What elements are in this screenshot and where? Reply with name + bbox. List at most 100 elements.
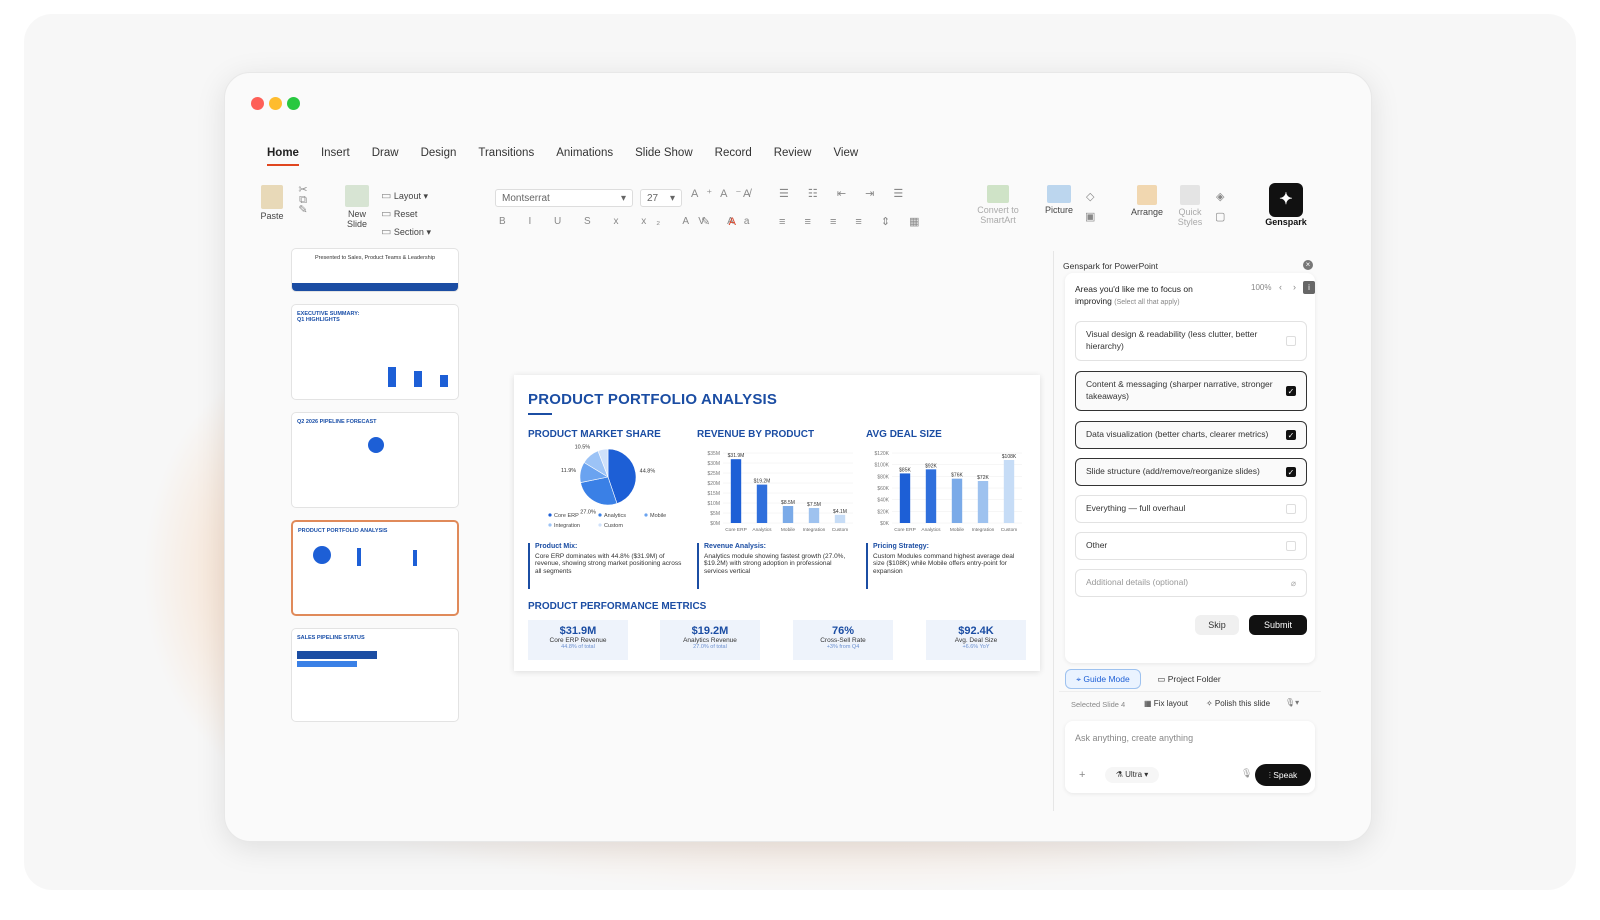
model-icon: ⚗: [1115, 770, 1123, 779]
mic-icon[interactable]: 🎙: [1241, 768, 1252, 779]
list-buttons[interactable]: ☰ ☷ ⇤ ⇥ ☰: [779, 189, 911, 200]
format-painter-icon[interactable]: ✎: [298, 204, 307, 216]
checkbox[interactable]: ✓: [1286, 386, 1296, 396]
chat-placeholder: Ask anything, create anything: [1075, 733, 1194, 743]
new-slide-button[interactable]: New Slide: [337, 185, 377, 229]
option-label: Everything — full overhaul: [1086, 503, 1186, 513]
fix-layout-label: Fix layout: [1153, 699, 1189, 708]
info-icon[interactable]: i: [1303, 281, 1315, 294]
wand-icon: ✧: [1205, 699, 1213, 708]
thumbnail-title: EXECUTIVE SUMMARY: Q1 HIGHLIGHTS: [297, 311, 360, 323]
x-tick-label: Analytics: [752, 527, 772, 533]
font-size-value: 27: [647, 193, 659, 204]
minimize-window-button[interactable]: [269, 97, 282, 110]
metric-sub: 27.0% of total: [693, 644, 727, 650]
section-button[interactable]: ▭ Section ▾: [381, 223, 431, 241]
align-buttons[interactable]: ≡ ≡ ≡ ≡ ⇕ ▦: [779, 217, 928, 228]
shapes-textbox-group[interactable]: ◇ ▣: [1085, 187, 1095, 227]
skip-button[interactable]: Skip: [1195, 615, 1239, 635]
highlight-font-color[interactable]: ✎ A: [701, 217, 744, 228]
tab-slide-show[interactable]: Slide Show: [635, 147, 693, 166]
picture-button[interactable]: Picture: [1039, 185, 1079, 215]
speak-button[interactable]: ⫶ Speak: [1255, 764, 1311, 786]
quick-styles-button[interactable]: Quick Styles: [1173, 185, 1207, 227]
tab-draw[interactable]: Draw: [372, 147, 399, 166]
metrics-heading: PRODUCT PERFORMANCE METRICS: [528, 601, 707, 612]
option-label: Content & messaging (sharper narrative, …: [1086, 379, 1273, 401]
chevron-right-icon[interactable]: ›: [1293, 282, 1296, 292]
tab-review[interactable]: Review: [774, 147, 812, 166]
thumbnail-footer-bar: [292, 283, 458, 291]
font-family-select[interactable]: Montserrat ▾: [495, 189, 633, 207]
option-content-messaging[interactable]: Content & messaging (sharper narrative, …: [1075, 371, 1307, 411]
paste-button[interactable]: Paste: [255, 185, 289, 221]
market-share-heading: PRODUCT MARKET SHARE: [528, 429, 661, 440]
genspark-panel: Genspark for PowerPoint × Areas you'd li…: [1059, 253, 1321, 823]
checkbox[interactable]: [1286, 336, 1296, 346]
thumbnail-slide-5[interactable]: SALES PIPELINE STATUS: [291, 628, 459, 722]
font-size-select[interactable]: 27 ▾: [640, 189, 682, 207]
chat-input[interactable]: Ask anything, create anything: [1075, 733, 1193, 743]
convert-smartart-button[interactable]: Convert to SmartArt: [971, 185, 1025, 225]
bar: [756, 484, 768, 523]
mic-dropdown-icon[interactable]: 🎙▾: [1285, 698, 1299, 707]
tab-transitions[interactable]: Transitions: [478, 147, 534, 166]
option-visual-design[interactable]: Visual design & readability (less clutte…: [1075, 321, 1307, 361]
current-slide[interactable]: PRODUCT PORTFOLIO ANALYSIS PRODUCT MARKE…: [514, 375, 1040, 671]
thumbnail-bar: [357, 548, 361, 566]
checkbox[interactable]: ✓: [1286, 467, 1296, 477]
layout-button[interactable]: ▭ Layout ▾: [381, 187, 431, 205]
y-tick-label: $25M: [707, 471, 720, 477]
maximize-window-button[interactable]: [287, 97, 300, 110]
checkbox[interactable]: [1286, 541, 1296, 551]
tab-record[interactable]: Record: [715, 147, 752, 166]
fix-layout-button[interactable]: ▦ Fix layout: [1137, 696, 1195, 712]
close-icon[interactable]: ×: [1303, 260, 1313, 270]
close-window-button[interactable]: [251, 97, 264, 110]
tab-design[interactable]: Design: [421, 147, 457, 166]
tab-view[interactable]: View: [833, 147, 858, 166]
guide-mode-label: Guide Mode: [1083, 674, 1130, 684]
bar-data-label: $72K: [977, 475, 989, 481]
option-data-visualization[interactable]: Data visualization (better charts, clear…: [1075, 421, 1307, 449]
model-select[interactable]: ⚗ Ultra ▾: [1105, 767, 1159, 783]
picture-label: Picture: [1044, 205, 1073, 215]
font-grow-shrink[interactable]: A⁺A⁻: [691, 189, 749, 200]
thumbnail-pie: [368, 437, 384, 453]
bar: [808, 508, 820, 523]
reset-button[interactable]: ▭ Reset: [381, 205, 431, 223]
thumbnail-slide-1[interactable]: Presented to Sales, Product Teams & Lead…: [291, 248, 459, 292]
slide-layout-group: ▭ Layout ▾ ▭ Reset ▭ Section ▾: [381, 187, 431, 241]
y-tick-label: $5M: [710, 511, 720, 517]
smartart-icon: [987, 185, 1009, 203]
thumbnail-slide-2[interactable]: EXECUTIVE SUMMARY: Q1 HIGHLIGHTS: [291, 304, 459, 400]
polish-slide-button[interactable]: ✧ Polish this slide: [1197, 696, 1279, 712]
plus-icon[interactable]: +: [1079, 769, 1085, 781]
tab-insert[interactable]: Insert: [321, 147, 350, 166]
project-folder-button[interactable]: ▭ Project Folder: [1149, 669, 1229, 689]
genspark-button[interactable]: ✦ Genspark: [1263, 183, 1309, 227]
thumbnail-slide-3[interactable]: Q2 2026 PIPELINE FORECAST: [291, 412, 459, 508]
guide-mode-button[interactable]: ⌖ Guide Mode: [1065, 669, 1141, 689]
submit-button[interactable]: Submit: [1249, 615, 1307, 635]
option-everything[interactable]: Everything — full overhaul: [1075, 495, 1307, 523]
y-tick-label: $80K: [877, 474, 889, 480]
shape-fill-outline[interactable]: ◈ ▢: [1215, 187, 1225, 227]
tab-home[interactable]: Home: [267, 147, 299, 166]
checkbox[interactable]: ✓: [1286, 430, 1296, 440]
revenue-bar-chart: $0M $5M $10M $15M $20M $25M $30M $35M $31.9M Core…: [707, 451, 853, 533]
option-slide-structure[interactable]: Slide structure (add/remove/reorganize s…: [1075, 458, 1307, 486]
bar: [730, 459, 742, 523]
details-input[interactable]: Additional details (optional) ⌀: [1075, 569, 1307, 597]
arrange-button[interactable]: Arrange: [1127, 185, 1167, 217]
tab-animations[interactable]: Animations: [556, 147, 613, 166]
location-pin-icon: ⌖: [1076, 674, 1082, 684]
legend-marker: [548, 523, 552, 527]
chevron-left-icon[interactable]: ‹: [1279, 282, 1282, 292]
attach-icon[interactable]: ⌀: [1291, 577, 1296, 589]
checkbox[interactable]: [1286, 504, 1296, 514]
thumbnail-slide-4[interactable]: PRODUCT PORTFOLIO ANALYSIS: [291, 520, 459, 616]
option-other[interactable]: Other: [1075, 532, 1307, 560]
pricing-strategy-note: Pricing Strategy: Custom Modules command …: [866, 543, 1026, 589]
clear-format-icon[interactable]: A̸: [743, 189, 750, 200]
